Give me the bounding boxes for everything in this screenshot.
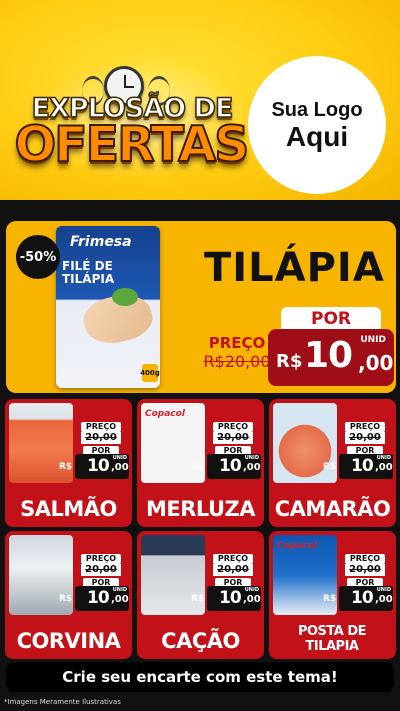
unit-label: UNID (376, 587, 391, 593)
currency-symbol: R$ (323, 594, 337, 604)
old-price-value: 20,00 (213, 564, 253, 576)
currency-symbol: R$ (276, 351, 303, 372)
discount-badge: -50% (16, 235, 60, 279)
product-brand: Copacol (145, 409, 185, 419)
price-cents: ,00 (243, 594, 261, 605)
featured-price-box: UNID R$ 10 ,00 (268, 329, 394, 386)
product-name: POSTA DE TILAPIA (297, 624, 367, 654)
currency-symbol: R$ (59, 462, 73, 472)
old-price-tag: PREÇO 20,00 POR (337, 422, 393, 456)
product-package-image: Frimesa FILÉ DE TILÁPIA 400g (56, 226, 160, 388)
unit-label: UNID (244, 587, 259, 593)
old-price-value: 20,00 (345, 564, 385, 576)
currency-symbol: R$ (191, 462, 205, 472)
price-cents: ,00 (111, 594, 129, 605)
product-card[interactable]: Copacol PREÇO 20,00 POR R$ UNID 10,00 POSTA DE … (269, 531, 396, 659)
herb-garnish-icon (112, 288, 138, 306)
price-box: R$ UNID 10,00 (191, 586, 261, 611)
price-integer: 10 (87, 456, 110, 476)
price-box: R$ UNID 10,00 (191, 454, 261, 479)
product-card[interactable]: PREÇO 20,00 POR R$ UNID 10,00 CAMARÃO (269, 399, 396, 527)
price-integer: 10 (351, 456, 374, 476)
currency-symbol: R$ (323, 462, 337, 472)
new-price-label: POR (281, 307, 381, 331)
price-integer: 10 (219, 456, 242, 476)
product-card[interactable]: PREÇO 20,00 POR R$ UNID 10,00 CORVINA (5, 531, 132, 659)
price-cents: ,00 (375, 462, 393, 473)
unit-label: UNID (376, 455, 391, 461)
old-price-tag: PREÇO 20,00 POR (205, 422, 261, 456)
price-cents: ,00 (375, 594, 393, 605)
product-card[interactable]: Copacol PREÇO 20,00 POR R$ UNID 10,00 MERLUZA (137, 399, 264, 527)
price-cents: ,00 (243, 462, 261, 473)
product-name: CAÇÃO (161, 629, 240, 653)
old-price-value: 20,00 (213, 432, 253, 444)
old-price-label: PREÇO (213, 554, 253, 564)
old-price-block: PREÇO R$20,00 (202, 334, 272, 371)
old-price-value: 20,00 (81, 432, 121, 444)
old-price-tag: PREÇO 20,00 POR (73, 422, 129, 456)
logo-placeholder[interactable]: Sua Logo Aqui (248, 56, 386, 194)
old-price-label: PREÇO (81, 554, 121, 564)
old-price-value: 20,00 (81, 564, 121, 576)
footnote: *Imagens Meramente Ilustrativas (4, 698, 121, 706)
product-name: CAMARÃO (274, 497, 391, 521)
headline-line2: OFERTAS (14, 115, 251, 174)
header-banner: EXPLOSÃO DE OFERTAS Sua Logo Aqui (0, 0, 400, 200)
logo-line2: Aqui (285, 120, 349, 152)
package-weight: 400g (140, 364, 160, 382)
price-box: R$ UNID 10,00 (323, 586, 393, 611)
price-box: R$ UNID 10,00 (59, 586, 129, 611)
unit-label: UNID (112, 587, 127, 593)
price-box: R$ UNID 10,00 (323, 454, 393, 479)
old-price-value: R$20,00 (203, 352, 271, 371)
package-brand: Frimesa (70, 234, 132, 250)
price-integer: 10 (351, 588, 374, 608)
price-box: R$ UNID 10,00 (59, 454, 129, 479)
featured-product-name: TILÁPIA (204, 245, 385, 291)
old-price-label: PREÇO (345, 554, 385, 564)
product-name: MERLUZA (145, 497, 256, 521)
old-price-tag: PREÇO 20,00 POR (73, 554, 129, 588)
price-integer: 10 (87, 588, 110, 608)
currency-symbol: R$ (59, 594, 73, 604)
old-price-value: 20,00 (345, 432, 385, 444)
price-integer: 10 (219, 588, 242, 608)
featured-product-card[interactable]: Frimesa FILÉ DE TILÁPIA 400g -50% TILÁPI… (6, 221, 396, 393)
unit-label: UNID (112, 455, 127, 461)
currency-symbol: R$ (191, 594, 205, 604)
old-price-label: PREÇO (345, 422, 385, 432)
old-price-label: PREÇO (81, 422, 121, 432)
cta-banner[interactable]: Crie seu encarte com este tema! (6, 662, 394, 692)
price-integer: 10 (304, 335, 353, 376)
product-card[interactable]: PREÇO 20,00 POR R$ UNID 10,00 CAÇÃO (137, 531, 264, 659)
product-card[interactable]: PREÇO 20,00 POR R$ UNID 10,00 SALMÃO (5, 399, 132, 527)
old-price-tag: PREÇO 20,00 POR (205, 554, 261, 588)
old-price-label: PREÇO (213, 422, 253, 432)
unit-label: UNID (244, 455, 259, 461)
price-cents: ,00 (111, 462, 129, 473)
price-cents: ,00 (358, 351, 394, 375)
product-brand: Copacol (277, 541, 317, 551)
product-name: CORVINA (16, 629, 121, 653)
old-price-label: PREÇO (208, 334, 266, 352)
unit-label: UNID (360, 335, 386, 345)
logo-line1: Sua Logo (271, 98, 363, 121)
product-name: SALMÃO (20, 497, 117, 521)
old-price-tag: PREÇO 20,00 POR (337, 554, 393, 588)
package-title: FILÉ DE TILÁPIA (62, 259, 115, 286)
